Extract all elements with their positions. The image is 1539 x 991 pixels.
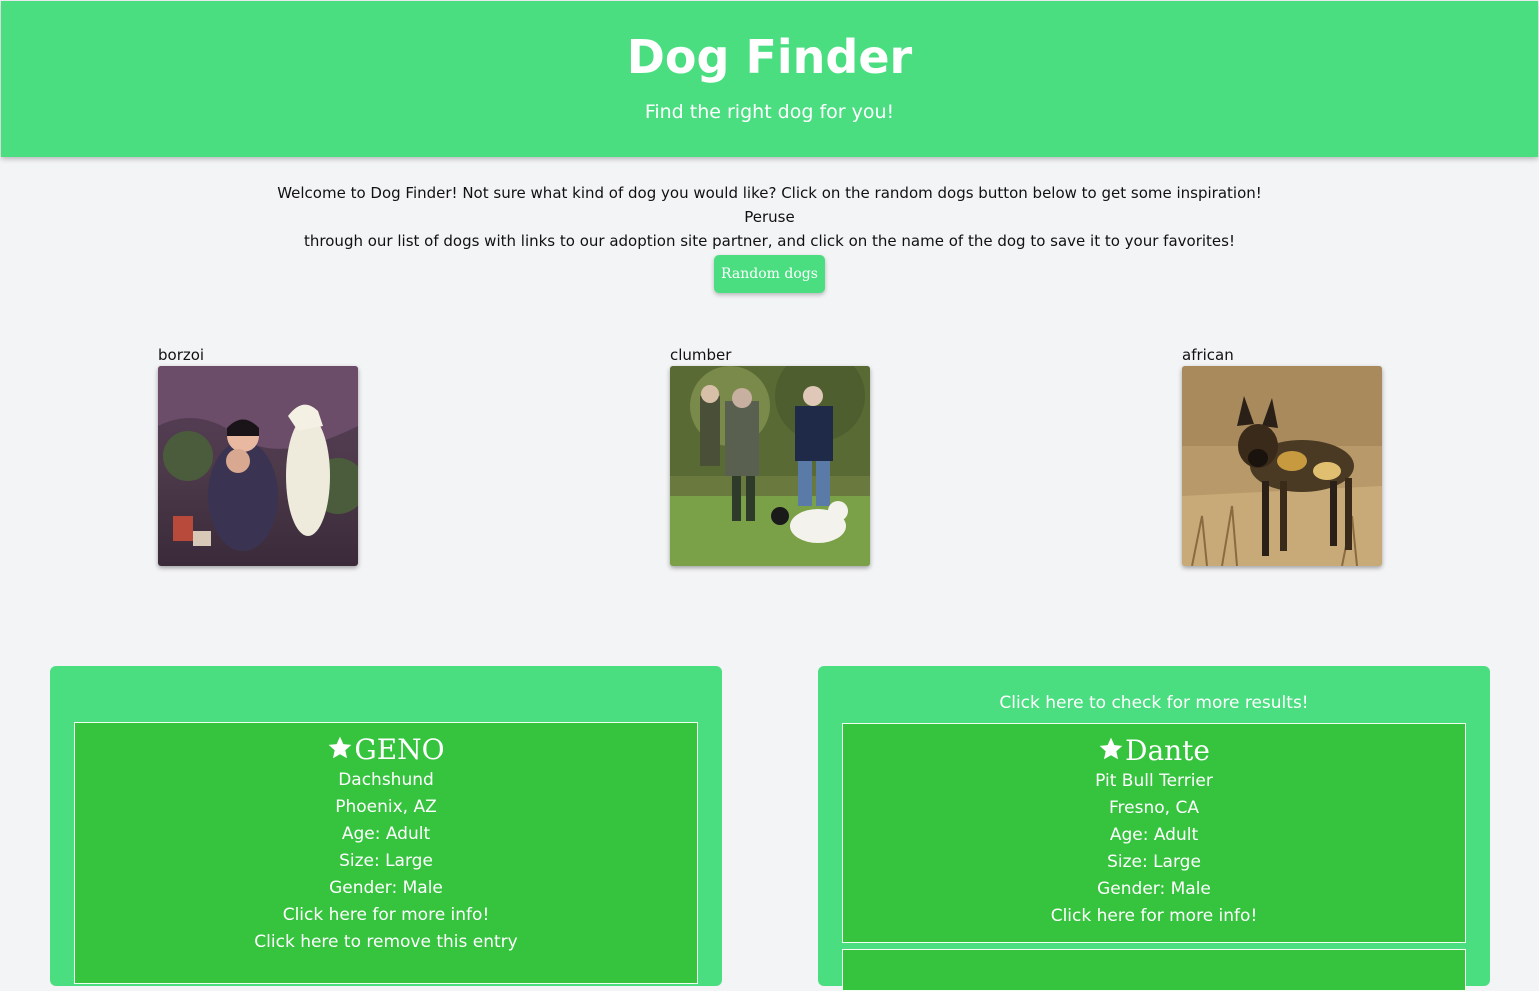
dog-location: Phoenix, AZ — [335, 797, 437, 817]
random-dog-photo — [670, 366, 870, 566]
dog-age: Age: Adult — [341, 824, 431, 844]
remove-entry-link[interactable]: Click here to remove this entry — [75, 929, 697, 956]
dog-name-favorite-toggle[interactable]: GENO — [75, 733, 697, 767]
dog-age: Age: Adult — [1109, 825, 1199, 845]
random-dog-card: african — [1182, 344, 1382, 566]
random-dog-breed: borzoi — [158, 346, 205, 364]
dog-name-favorite-toggle[interactable]: Dante — [843, 734, 1465, 768]
intro-text: Welcome to Dog Finder! Not sure what kin… — [260, 181, 1279, 253]
star-icon — [1099, 737, 1123, 760]
random-dog-breed: african — [1182, 346, 1234, 364]
random-dog-photo — [158, 366, 358, 566]
random-dog-breed: clumber — [670, 346, 732, 364]
dog-gender: Gender: Male — [329, 878, 443, 898]
random-dog-card: clumber — [670, 344, 870, 566]
dog-size: Size: Large — [339, 851, 433, 871]
page-header: Dog Finder Find the right dog for you! — [1, 1, 1538, 157]
page-title: Dog Finder — [626, 30, 913, 84]
random-dog-card: borzoi — [158, 344, 358, 566]
more-results-link[interactable]: Click here to check for more results! — [818, 693, 1490, 713]
dog-breed: Dachshund — [338, 770, 434, 790]
dog-breed: Pit Bull Terrier — [1095, 771, 1213, 791]
intro-line-1: Welcome to Dog Finder! Not sure what kin… — [277, 184, 1262, 226]
intro-line-2: through our list of dogs with links to o… — [304, 232, 1235, 250]
star-icon — [328, 736, 352, 759]
random-dogs-button[interactable]: Random dogs — [714, 255, 825, 293]
result-dog-card: Dante Pit Bull Terrier Fresno, CA Age: A… — [842, 723, 1466, 943]
dog-size: Size: Large — [1107, 852, 1201, 872]
result-dog-card — [842, 949, 1466, 991]
dog-location: Fresno, CA — [1109, 798, 1199, 818]
more-info-link[interactable]: Click here for more info! — [75, 902, 697, 929]
more-info-link[interactable]: Click here for more info! — [843, 903, 1465, 930]
dog-name: GENO — [354, 733, 445, 766]
page-subtitle: Find the right dog for you! — [644, 101, 895, 123]
dog-gender: Gender: Male — [1097, 879, 1211, 899]
favorite-dog-card: GENO Dachshund Phoenix, AZ Age: Adult Si… — [74, 722, 698, 984]
random-dog-photo — [1182, 366, 1382, 566]
favorites-panel: GENO Dachshund Phoenix, AZ Age: Adult Si… — [50, 666, 722, 986]
dog-name: Dante — [1125, 734, 1210, 767]
results-panel: Click here to check for more results! Da… — [818, 666, 1490, 991]
